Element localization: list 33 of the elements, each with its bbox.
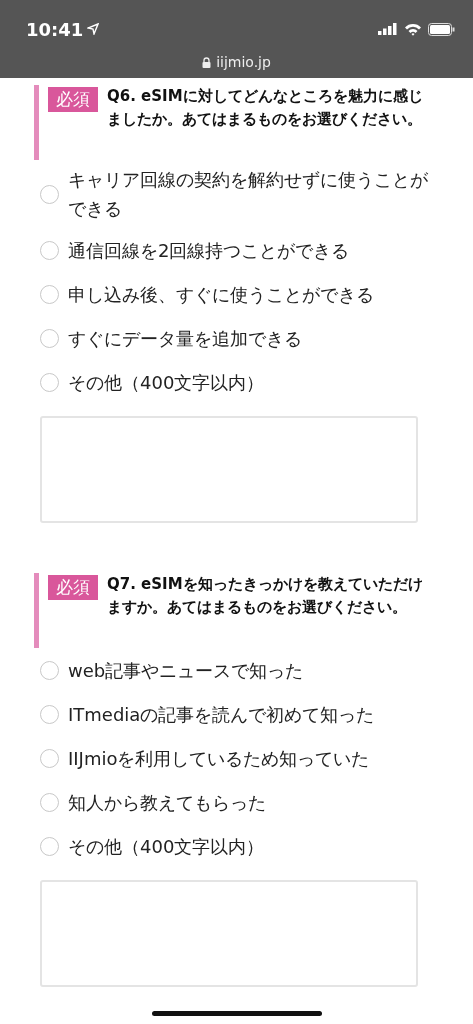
required-badge: 必須 xyxy=(48,575,98,600)
question-text: Q6. eSIMに対してどんなところを魅力に感じましたか。あてはまるものをお選びください。 xyxy=(107,86,424,130)
radio-button[interactable] xyxy=(40,836,59,856)
option-label[interactable]: web記事やニュースで知った xyxy=(68,655,304,685)
status-time: 10:41 xyxy=(26,18,84,40)
answer-box[interactable] xyxy=(40,880,418,987)
option-label[interactable]: キャリア回線の契約を解約せずに使うことができる xyxy=(68,165,430,223)
wifi-icon xyxy=(404,22,422,36)
option-label[interactable]: 知人から教えてもらった xyxy=(68,787,266,817)
option-label[interactable]: その他（400文字以内） xyxy=(68,367,265,397)
radio-button[interactable] xyxy=(40,704,59,724)
answer-box[interactable] xyxy=(40,416,418,523)
radio-button[interactable] xyxy=(40,792,59,812)
radio-button[interactable] xyxy=(40,240,59,260)
radio-button[interactable] xyxy=(40,660,59,680)
option-label[interactable]: ITmediaの記事を読んで初めて知った xyxy=(68,699,375,729)
radio-button[interactable] xyxy=(40,372,59,392)
option-label[interactable]: IIJmioを利用しているため知っていた xyxy=(68,743,370,773)
required-badge: 必須 xyxy=(48,87,98,112)
radio-button[interactable] xyxy=(40,184,59,204)
option-label[interactable]: 申し込み後、すぐに使うことができる xyxy=(68,279,374,309)
option-label[interactable]: すぐにデータ量を追加できる xyxy=(68,323,302,353)
option-label[interactable]: 通信回線を2回線持つことができる xyxy=(68,235,350,265)
radio-button[interactable] xyxy=(40,328,59,348)
option-label[interactable]: その他（400文字以内） xyxy=(68,831,265,861)
lock-icon xyxy=(202,56,212,68)
radio-button[interactable] xyxy=(40,748,59,768)
url-text[interactable]: iijmio.jp xyxy=(216,54,271,70)
battery-icon xyxy=(428,22,455,36)
location-icon xyxy=(87,23,100,35)
signal-icon xyxy=(378,23,398,35)
radio-button[interactable] xyxy=(40,284,59,304)
question-text: Q7. eSIMを知ったきっかけを教えていただけますか。あてはまるものをお選びください。 xyxy=(107,574,424,618)
